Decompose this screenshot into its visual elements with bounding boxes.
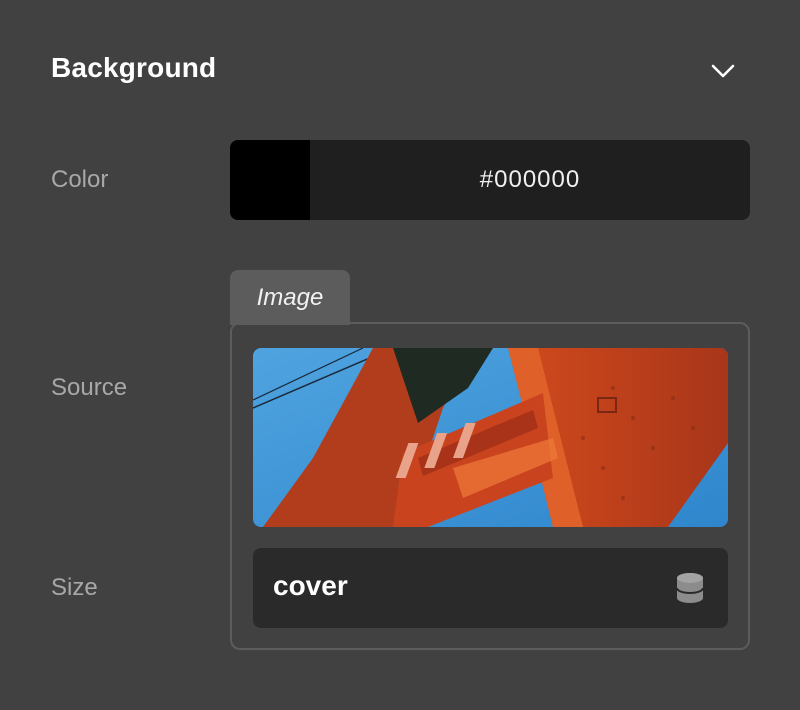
size-label: Size [51, 574, 98, 601]
color-label: Color [51, 166, 109, 193]
source-label: Source [51, 374, 128, 401]
section-title: Background [51, 52, 217, 83]
color-field[interactable]: #000000 [230, 140, 750, 220]
background-panel: Background Color #000000 Source Image Si… [0, 0, 800, 710]
background-image-thumbnail[interactable] [253, 348, 728, 527]
color-swatch[interactable] [230, 140, 310, 220]
tab-image[interactable]: Image [230, 270, 350, 325]
database-icon[interactable] [676, 572, 704, 604]
chevron-down-icon [711, 64, 735, 78]
collapse-button[interactable] [706, 54, 740, 88]
size-value[interactable]: cover [273, 570, 348, 602]
size-field[interactable]: cover [253, 548, 728, 628]
color-hex-value[interactable]: #000000 [310, 140, 750, 220]
